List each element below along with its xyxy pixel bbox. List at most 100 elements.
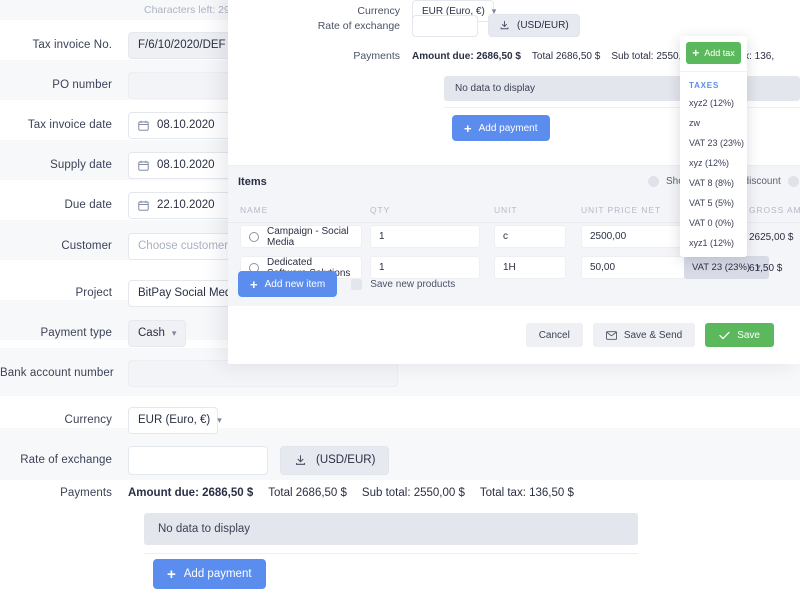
select-payment-type[interactable]: Cash ▾ (128, 320, 186, 347)
fetch-exchange-rate-button[interactable]: (USD/EUR) (280, 446, 389, 475)
tax-option-zw[interactable]: zw (680, 113, 747, 133)
tax-option-vat-5[interactable]: VAT 5 (5%) (680, 193, 747, 213)
item-name-value: Campaign - Social Media (267, 226, 353, 248)
modal-total-total: Total 2686,50 $ (532, 51, 600, 62)
add-payment-label: Add payment (184, 568, 252, 580)
label-bank-account-number: Bank account number (0, 367, 128, 379)
item-unit-input[interactable]: c (494, 225, 566, 248)
item-unit-value: 1H (503, 262, 516, 273)
modal-total-amount-due: Amount due: 2686,50 $ (412, 51, 521, 62)
item-name-input[interactable]: Campaign - Social Media (240, 225, 362, 248)
checkbox-icon (351, 279, 362, 290)
column-header-unit: UNIT (494, 205, 517, 215)
add-new-item-button[interactable]: + Add new item (238, 271, 337, 297)
label-tax-invoice-no: Tax invoice No. (0, 39, 128, 51)
tax-option-xyz1[interactable]: xyz1 (12%) (680, 233, 747, 257)
item-unit-price-net-value: 2500,00 (590, 231, 626, 242)
label-rate-of-exchange: Rate of exchange (0, 454, 128, 466)
value-tax-invoice-no: F/6/10/2020/DEF (138, 39, 226, 51)
items-footer: + Add new item Save new products (238, 271, 455, 297)
value-due-date: 22.10.2020 (157, 199, 215, 211)
calendar-icon (138, 120, 149, 131)
add-tax-button[interactable]: + Add tax (686, 42, 741, 64)
download-icon (294, 454, 307, 467)
total-amount-due: Amount due: 2686,50 $ (128, 487, 253, 499)
modal-fetch-exchange-rate-button[interactable]: (USD/EUR) (488, 14, 580, 37)
label-customer: Customer (0, 240, 128, 252)
add-new-item-label: Add new item (265, 279, 326, 290)
tax-option-xyz[interactable]: xyz (12%) (680, 153, 747, 173)
save-button[interactable]: Save (705, 323, 774, 347)
item-unit-price-net-input[interactable]: 50,00 (581, 256, 685, 279)
value-tax-invoice-date: 08.10.2020 (157, 119, 215, 131)
item-qty-input[interactable]: 1 (370, 225, 480, 248)
label-project: Project (0, 287, 128, 299)
tax-dropdown-header: + Add tax (680, 36, 747, 72)
payments-totals: Amount due: 2686,50 $ Total 2686,50 $ Su… (128, 487, 640, 499)
save-and-send-label: Save & Send (624, 330, 682, 341)
column-header-unit-price-net: UNIT PRICE NET (581, 205, 661, 215)
column-header-qty: QTY (370, 205, 390, 215)
envelope-icon (606, 331, 617, 340)
modal-add-payment-button[interactable]: + Add payment (452, 115, 550, 141)
plus-icon: + (464, 122, 472, 135)
radio-icon[interactable] (249, 232, 259, 242)
item-unit-value: c (503, 231, 508, 242)
input-rate-of-exchange[interactable] (128, 446, 268, 475)
modal-label-payments: Payments (228, 50, 412, 62)
plus-icon: + (692, 47, 699, 59)
label-supply-date: Supply date (0, 159, 128, 171)
modal-exchange-pair-label: (USD/EUR) (517, 20, 569, 31)
item-gross-amount: 61,50 $ (749, 263, 782, 274)
plus-icon: + (167, 567, 176, 582)
toggle-dot-icon (648, 176, 659, 187)
calendar-icon (138, 160, 149, 171)
save-new-products-checkbox[interactable]: Save new products (351, 279, 455, 290)
item-tax-value: VAT 23 (23%) (692, 262, 750, 273)
modal-input-rate[interactable] (412, 15, 478, 37)
select-currency[interactable]: EUR (Euro, €) ▾ (128, 407, 218, 434)
tax-option-vat-8[interactable]: VAT 8 (8%) (680, 173, 747, 193)
item-unit-price-net-input[interactable]: 2500,00 (581, 225, 685, 248)
add-tax-label: Add tax (704, 48, 735, 58)
total-sub-total: Sub total: 2550,00 $ (362, 487, 465, 499)
value-currency: EUR (Euro, €) (138, 414, 210, 426)
calendar-icon (138, 200, 149, 211)
modal-footer: Cancel Save & Send Save (228, 306, 800, 364)
total-total-tax: Total tax: 136,50 $ (480, 487, 574, 499)
field-row-currency: Currency EUR (Euro, €) ▾ (0, 400, 640, 440)
label-currency: Currency (0, 414, 128, 426)
modal-field-row-rate: Rate of exchange (USD/EUR) (228, 14, 588, 37)
item-unit-price-net-value: 50,00 (590, 262, 615, 273)
item-unit-input[interactable]: 1H (494, 256, 566, 279)
app-root: Characters left: 291 Tax invoice No. F/6… (0, 0, 800, 603)
tax-option-vat-0[interactable]: VAT 0 (0%) (680, 213, 747, 233)
save-label: Save (737, 330, 760, 341)
chevron-down-icon: ▾ (217, 416, 222, 425)
item-gross-amount: 2625,00 $ (749, 232, 794, 243)
check-icon (719, 331, 730, 340)
label-payment-type: Payment type (0, 327, 128, 339)
value-payment-type: Cash (138, 327, 165, 339)
modal-add-payment-wrap: + Add payment (452, 115, 550, 141)
cancel-button[interactable]: Cancel (526, 323, 583, 347)
save-and-send-button[interactable]: Save & Send (593, 323, 695, 347)
field-row-rate-of-exchange: Rate of exchange (USD/EUR) (0, 440, 640, 480)
exchange-pair-label: (USD/EUR) (316, 454, 375, 466)
tax-option-vat-23[interactable]: VAT 23 (23%) (680, 133, 747, 153)
payments-divider (144, 553, 638, 554)
placeholder-customer: Choose customer (138, 240, 228, 252)
add-payment-button-wrap: + Add payment (153, 559, 266, 589)
payments-no-data-text: No data to display (144, 513, 638, 545)
tax-dropdown-popover: + Add tax TAXES xyz2 (12%) zw VAT 23 (23… (680, 36, 747, 257)
tax-group-label: TAXES (680, 72, 747, 93)
add-payment-button[interactable]: + Add payment (153, 559, 266, 589)
characters-left-text: Characters left: 291 (144, 4, 236, 16)
download-icon (499, 20, 510, 31)
label-due-date: Due date (0, 199, 128, 211)
toggle-dot-icon (788, 176, 799, 187)
total-total: Total 2686,50 $ (268, 487, 347, 499)
value-supply-date: 08.10.2020 (157, 159, 215, 171)
tax-option-xyz2[interactable]: xyz2 (12%) (680, 93, 747, 113)
column-header-gross-amount: GROSS AMOU (749, 205, 800, 215)
